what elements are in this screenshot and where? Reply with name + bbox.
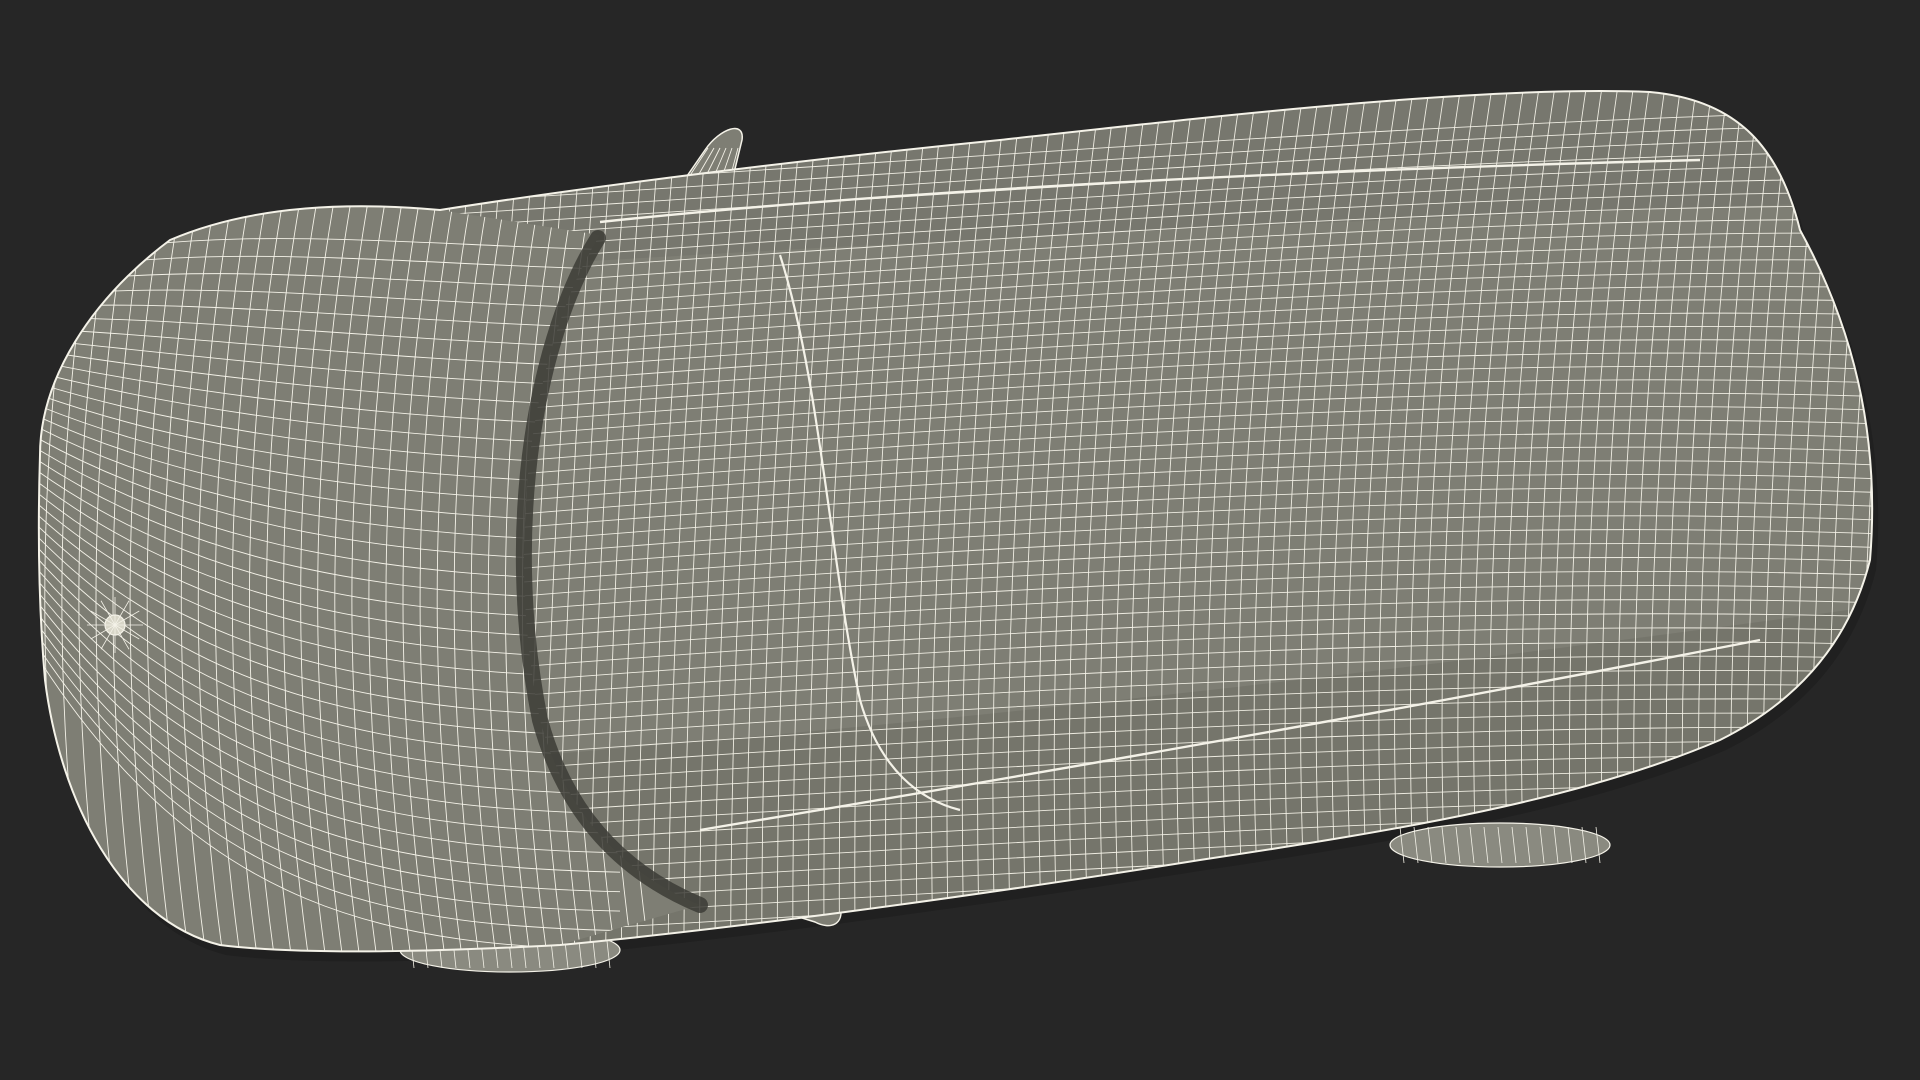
car-wireframe-render — [37, 90, 1879, 973]
render-viewport — [0, 0, 1920, 1080]
